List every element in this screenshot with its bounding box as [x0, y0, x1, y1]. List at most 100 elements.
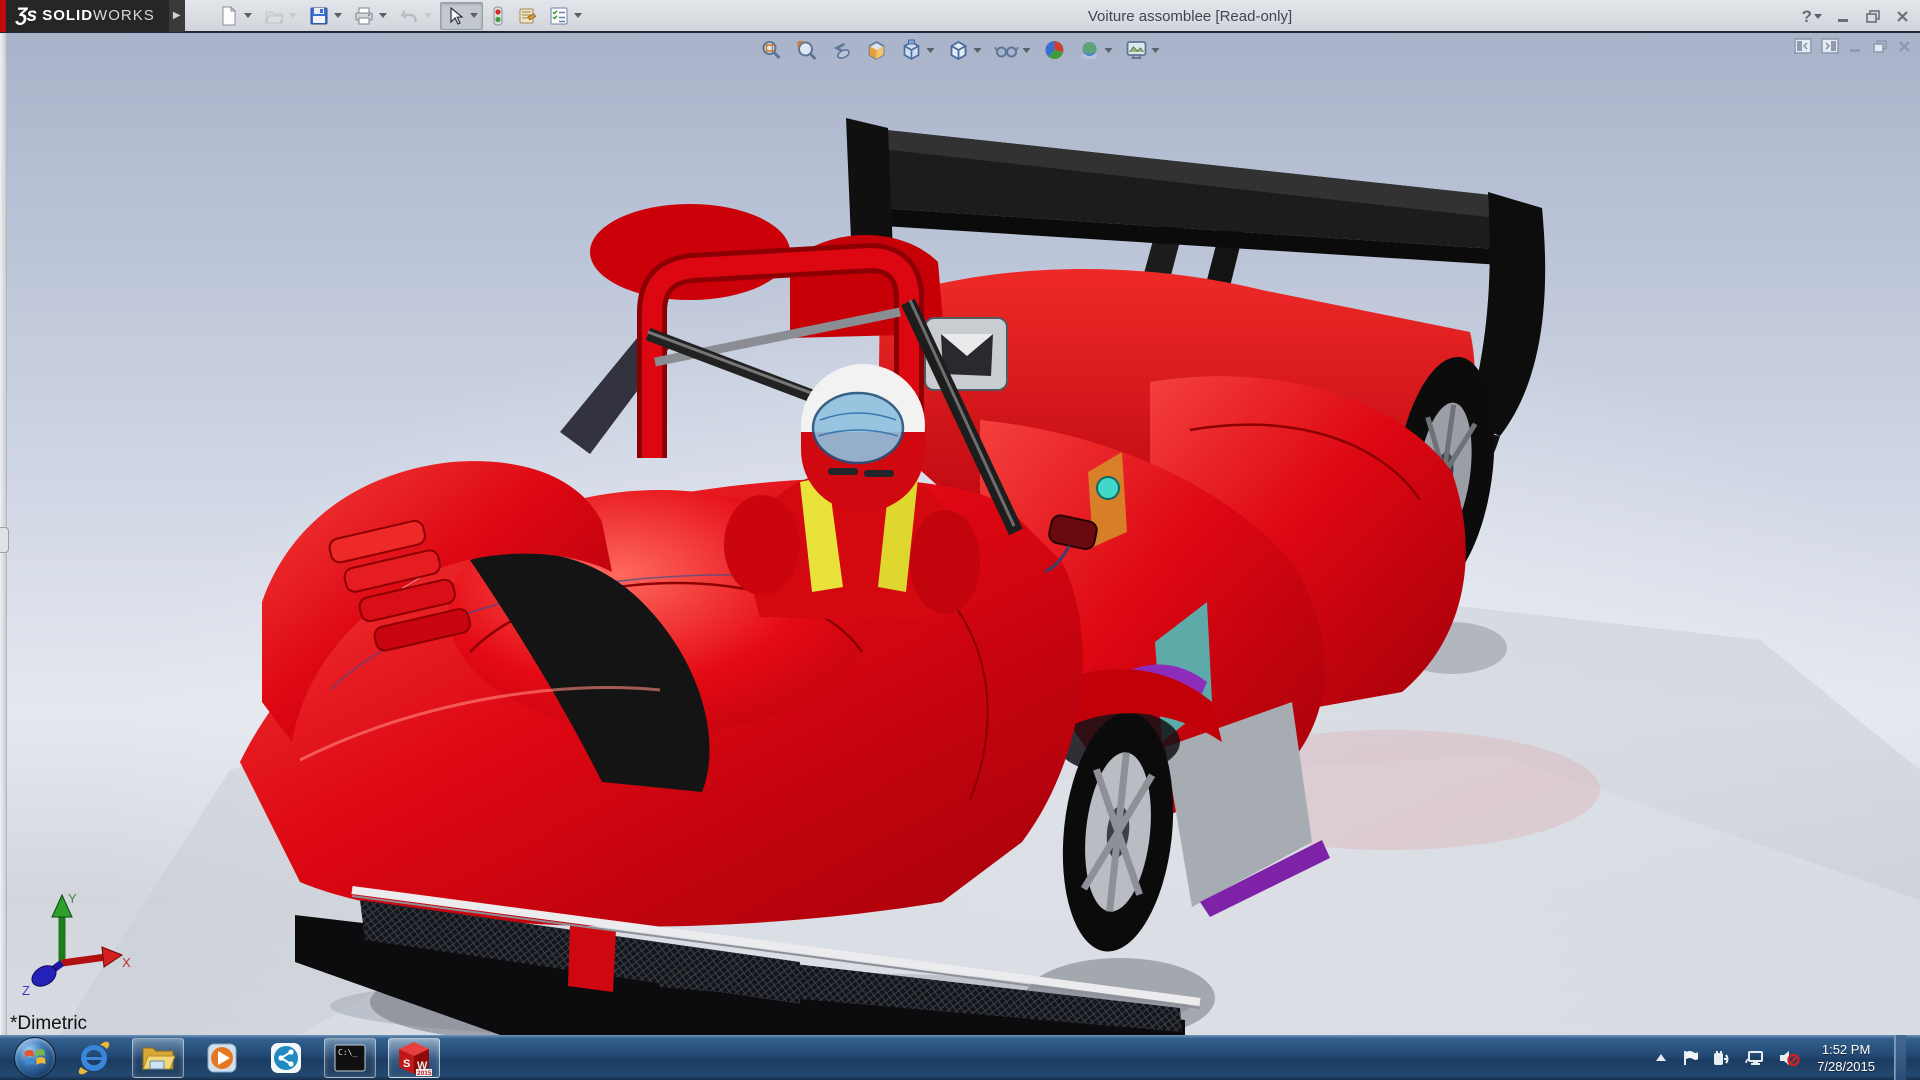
windows-explorer-button[interactable] — [132, 1038, 184, 1078]
show-hidden-icons-button[interactable] — [1654, 1052, 1668, 1064]
panel-splitter-handle[interactable] — [0, 527, 9, 553]
view-orientation-icon — [901, 39, 923, 61]
triad-y-label: Y — [68, 891, 77, 906]
solidworks-2015-button[interactable]: S W 2015 — [388, 1038, 440, 1078]
volume-button[interactable] — [1778, 1049, 1800, 1067]
internet-explorer-button[interactable] — [68, 1038, 120, 1078]
power-button[interactable] — [1712, 1049, 1732, 1067]
options-dropdown[interactable] — [574, 13, 582, 18]
open-button[interactable] — [260, 3, 301, 29]
select-tool-button[interactable] — [440, 2, 483, 30]
collapse-left-pane-button[interactable] — [1794, 38, 1812, 54]
clock-date: 7/28/2015 — [1817, 1058, 1875, 1075]
document-window-controls — [1794, 38, 1912, 54]
share-app-button[interactable] — [260, 1038, 312, 1078]
view-orientation-dropdown[interactable] — [927, 48, 935, 53]
help-button[interactable]: ? — [1802, 7, 1822, 27]
view-orientation-button[interactable] — [899, 37, 937, 63]
restore-document-button[interactable] — [1872, 39, 1888, 54]
action-center-flag-icon — [1681, 1049, 1699, 1067]
network-button[interactable] — [1745, 1049, 1765, 1067]
section-view-button[interactable] — [864, 37, 890, 63]
close-document-icon — [1897, 39, 1912, 54]
options-button[interactable] — [545, 3, 586, 29]
clock-time: 1:52 PM — [1817, 1041, 1875, 1058]
file-properties-button[interactable] — [513, 3, 541, 29]
save-button[interactable] — [305, 3, 346, 29]
windows-explorer-icon — [141, 1042, 175, 1074]
triad-x-label: X — [122, 955, 131, 970]
view-orientation-label: *Dimetric — [10, 1013, 87, 1035]
previous-view-button[interactable] — [829, 37, 855, 63]
apply-scene-icon — [1079, 39, 1101, 61]
traffic-light-button[interactable] — [487, 3, 509, 29]
close-icon — [1895, 9, 1910, 24]
edit-appearance-button[interactable] — [1042, 37, 1068, 63]
save-icon — [309, 6, 329, 26]
menu-flyout-arrow-icon[interactable]: ▶ — [169, 0, 185, 32]
close-document-button[interactable] — [1897, 39, 1912, 54]
car-3d-model[interactable] — [0, 33, 1920, 1035]
window-title: Voiture assomblee [Read-only] — [1088, 8, 1292, 25]
triad-y-axis: Y — [52, 891, 77, 963]
view-settings-icon — [1126, 39, 1148, 61]
display-style-icon — [948, 39, 970, 61]
apply-scene-button[interactable] — [1077, 37, 1115, 63]
print-button[interactable] — [350, 3, 391, 29]
display-style-button[interactable] — [946, 37, 984, 63]
new-document-dropdown[interactable] — [244, 13, 252, 18]
minimize-button[interactable] — [1836, 9, 1851, 24]
action-center-button[interactable] — [1681, 1049, 1699, 1067]
solidworks-2015-icon: S W 2015 — [396, 1040, 432, 1076]
brand-bold: SOLID — [42, 7, 93, 24]
hide-show-items-dropdown[interactable] — [1023, 48, 1031, 53]
new-document-button[interactable] — [215, 3, 256, 29]
hide-show-items-button[interactable] — [993, 37, 1033, 63]
new-document-icon — [219, 6, 239, 26]
command-prompt-button[interactable]: C:\_ — [324, 1038, 376, 1078]
undo-button[interactable] — [395, 3, 436, 29]
apply-scene-dropdown[interactable] — [1105, 48, 1113, 53]
previous-view-icon — [831, 39, 853, 61]
view-settings-dropdown[interactable] — [1152, 48, 1160, 53]
titlebar: Ʒs SOLIDWORKS ▶ — [0, 0, 1920, 33]
volume-muted-icon — [1778, 1049, 1800, 1067]
taskbar-clock[interactable]: 1:52 PM 7/28/2015 — [1813, 1041, 1879, 1075]
display-style-dropdown[interactable] — [974, 48, 982, 53]
zoom-to-fit-icon — [761, 39, 783, 61]
solidworks-logo: Ʒs SOLIDWORKS — [0, 0, 169, 32]
standard-toolbar — [215, 2, 586, 30]
zoom-to-area-icon — [796, 39, 818, 61]
section-view-icon — [866, 39, 888, 61]
network-icon — [1745, 1049, 1765, 1067]
taskbar-apps: C:\_ S W 2015 — [68, 1038, 440, 1078]
close-button[interactable] — [1895, 9, 1910, 24]
start-button[interactable] — [14, 1037, 56, 1079]
restore-document-icon — [1872, 39, 1888, 54]
open-dropdown[interactable] — [289, 13, 297, 18]
view-settings-button[interactable] — [1124, 37, 1162, 63]
media-player-button[interactable] — [196, 1038, 248, 1078]
dassault-3ds-icon: Ʒs — [16, 5, 36, 27]
save-dropdown[interactable] — [334, 13, 342, 18]
zoom-to-area-button[interactable] — [794, 37, 820, 63]
graphics-viewport[interactable]: Y X Z *Dimetric — [0, 33, 1920, 1035]
minimize-document-button[interactable] — [1848, 39, 1863, 54]
help-icon: ? — [1802, 7, 1812, 27]
windows-flag-icon — [22, 1045, 48, 1071]
collapse-right-pane-button[interactable] — [1821, 38, 1839, 54]
brand-light: WORKS — [93, 7, 155, 24]
restore-button[interactable] — [1865, 9, 1881, 24]
media-player-icon — [205, 1041, 239, 1075]
undo-icon — [399, 6, 419, 26]
select-tool-dropdown[interactable] — [470, 13, 478, 18]
print-dropdown[interactable] — [379, 13, 387, 18]
undo-dropdown[interactable] — [424, 13, 432, 18]
show-desktop-button[interactable] — [1894, 1035, 1906, 1080]
zoom-to-fit-button[interactable] — [759, 37, 785, 63]
help-dropdown[interactable] — [1814, 14, 1822, 19]
sw-letter-s: S — [403, 1058, 410, 1070]
power-plug-icon — [1712, 1049, 1732, 1067]
sw-year-badge: 2015 — [417, 1070, 432, 1076]
edit-appearance-icon — [1044, 39, 1066, 61]
